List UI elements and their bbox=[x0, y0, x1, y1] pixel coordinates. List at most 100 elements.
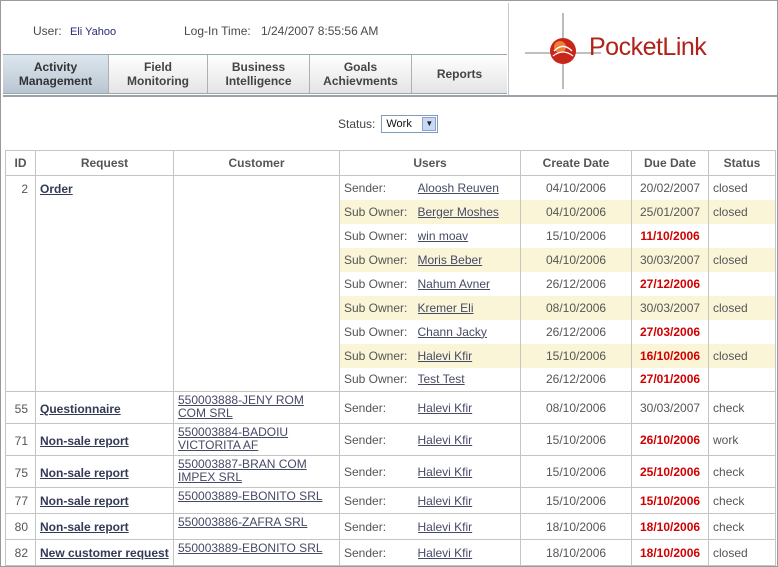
user-cell: Halevi Kfir bbox=[417, 455, 522, 488]
status-cell: check bbox=[708, 487, 777, 514]
request-link[interactable]: Questionnaire bbox=[40, 402, 121, 416]
request-link[interactable]: Order bbox=[40, 182, 73, 196]
user-link[interactable]: Halevi Kfir bbox=[418, 401, 473, 415]
due-date: 25/01/2007 bbox=[631, 199, 710, 224]
status-select[interactable]: Work ▼ bbox=[381, 115, 439, 133]
customer-link[interactable]: 550003884-BADOIU VICTORITA AF bbox=[178, 425, 288, 452]
create-date: 26/12/2006 bbox=[520, 271, 633, 296]
request-cell: Questionnaire bbox=[35, 391, 174, 424]
row-id: 77 bbox=[5, 487, 36, 514]
status-cell: closed bbox=[708, 247, 777, 272]
status-cell: closed bbox=[708, 295, 777, 320]
column-header-1[interactable]: Request bbox=[35, 150, 174, 176]
request-link[interactable]: Non-sale report bbox=[40, 520, 129, 534]
request-link[interactable]: Non-sale report bbox=[40, 434, 129, 448]
status-cell: work bbox=[708, 423, 777, 456]
due-date: 18/10/2006 bbox=[631, 539, 710, 566]
row-id: 71 bbox=[5, 423, 36, 456]
nav-tab-4[interactable]: Reports bbox=[412, 55, 507, 93]
create-date: 08/10/2006 bbox=[520, 295, 633, 320]
create-date: 15/10/2006 bbox=[520, 487, 633, 514]
user-role: Sub Owner: bbox=[339, 199, 418, 224]
user-link[interactable]: Halevi Kfir bbox=[418, 494, 473, 508]
customer-link[interactable]: 550003889-EBONITO SRL bbox=[178, 489, 323, 503]
user-cell: Nahum Avner bbox=[417, 271, 522, 296]
user-cell: Chann Jacky bbox=[417, 319, 522, 344]
customer-cell: 550003889-EBONITO SRL bbox=[173, 539, 340, 566]
due-date-overdue: 26/10/2006 bbox=[639, 432, 701, 447]
table-row: 55 Questionnaire 550003888-JENY ROM COM SR… bbox=[5, 391, 777, 424]
user-label: User: bbox=[33, 24, 62, 38]
due-date-overdue: 15/10/2006 bbox=[639, 493, 701, 508]
table-row: 2 Order Sender: Aloosh Reuven 04/10/2006 20/0… bbox=[5, 175, 777, 392]
user-link[interactable]: Chann Jacky bbox=[418, 325, 487, 339]
create-date: 04/10/2006 bbox=[520, 199, 633, 224]
user-link[interactable]: Nahum Avner bbox=[418, 277, 491, 291]
user-role: Sender: bbox=[339, 423, 418, 456]
activity-table: ID Request Customer Users Create Date Due Dat… bbox=[5, 150, 777, 566]
user-link[interactable]: win moav bbox=[418, 229, 469, 243]
nav-tab-3[interactable]: Goals Achievments bbox=[310, 55, 412, 93]
due-date: 20/02/2007 bbox=[631, 175, 710, 200]
column-header-5[interactable]: Due Date bbox=[631, 150, 710, 176]
column-header-4[interactable]: Create Date bbox=[520, 150, 633, 176]
due-date-overdue: 27/12/2006 bbox=[639, 276, 701, 291]
user-cell: Halevi Kfir bbox=[417, 391, 522, 424]
due-date: 18/10/2006 bbox=[631, 513, 710, 540]
nav-tab-2[interactable]: Business Intelligence bbox=[208, 55, 310, 93]
request-cell: Non-sale report bbox=[35, 513, 174, 540]
due-date-overdue: 25/10/2006 bbox=[639, 464, 701, 479]
column-header-0[interactable]: ID bbox=[5, 150, 36, 176]
due-date: 30/03/2007 bbox=[631, 247, 710, 272]
login-time-label: Log-In Time: bbox=[184, 24, 251, 38]
row-id: 80 bbox=[5, 513, 36, 540]
column-header-3[interactable]: Users bbox=[338, 150, 522, 176]
user-role: Sender: bbox=[339, 487, 418, 514]
customer-link[interactable]: 550003888-JENY ROM COM SRL bbox=[178, 393, 304, 420]
status-filter: Status: Work ▼ bbox=[338, 115, 439, 133]
user-role: Sub Owner: bbox=[339, 247, 418, 272]
due-date-overdue: 18/10/2006 bbox=[639, 519, 701, 534]
column-header-6[interactable]: Status bbox=[708, 150, 777, 176]
user-link[interactable]: Halevi Kfir bbox=[418, 349, 473, 363]
due-date-value: 30/03/2007 bbox=[639, 400, 701, 415]
customer-link[interactable]: 550003887-BRAN COM IMPEX SRL bbox=[178, 457, 307, 484]
user-link[interactable]: Aloosh Reuven bbox=[418, 181, 499, 195]
user-link[interactable]: Berger Moshes bbox=[418, 205, 499, 219]
user-role: Sub Owner: bbox=[339, 223, 418, 248]
user-link[interactable]: Halevi Kfir bbox=[418, 546, 473, 560]
user-cell: Halevi Kfir bbox=[417, 513, 522, 540]
user-link[interactable]: Kremer Eli bbox=[418, 301, 474, 315]
nav-tab-1[interactable]: Field Monitoring bbox=[109, 55, 208, 93]
request-link[interactable]: Non-sale report bbox=[40, 466, 129, 480]
user-link[interactable]: Halevi Kfir bbox=[418, 520, 473, 534]
customer-link[interactable]: 550003889-EBONITO SRL bbox=[178, 541, 323, 555]
user-cell: Aloosh Reuven bbox=[417, 175, 522, 200]
user-link[interactable]: Halevi Kfir bbox=[418, 433, 473, 447]
user-link[interactable]: Test Test bbox=[418, 372, 465, 386]
column-header-2[interactable]: Customer bbox=[173, 150, 340, 176]
session-info-bar: User: Eli Yahoo Log-In Time: 1/24/2007 8… bbox=[3, 3, 507, 53]
user-cell: Berger Moshes bbox=[417, 199, 522, 224]
customer-link[interactable]: 550003886-ZAFRA SRL bbox=[178, 515, 307, 529]
user-link[interactable]: Halevi Kfir bbox=[418, 465, 473, 479]
user-link[interactable]: Moris Beber bbox=[418, 253, 483, 267]
chevron-down-icon[interactable]: ▼ bbox=[422, 117, 437, 131]
status-cell bbox=[708, 271, 777, 296]
nav-tab-0[interactable]: Activity Management bbox=[3, 55, 109, 93]
customer-cell: 550003889-EBONITO SRL bbox=[173, 487, 340, 514]
login-time-value: 1/24/2007 8:55:56 AM bbox=[261, 24, 379, 38]
due-date: 30/03/2007 bbox=[631, 295, 710, 320]
request-cell: Order bbox=[35, 175, 174, 392]
table-row: 75 Non-sale report 550003887-BRAN COM IMPE… bbox=[5, 455, 777, 488]
create-date: 15/10/2006 bbox=[520, 423, 633, 456]
due-date-overdue: 18/10/2006 bbox=[639, 545, 701, 560]
request-link[interactable]: Non-sale report bbox=[40, 494, 129, 508]
request-link[interactable]: New customer request bbox=[40, 546, 169, 560]
user-role: Sub Owner: bbox=[339, 295, 418, 320]
status-select-value: Work bbox=[386, 118, 412, 130]
request-cell: New customer request bbox=[35, 539, 174, 566]
main-nav: Activity Management Field Monitoring Busin… bbox=[3, 54, 507, 94]
create-date: 15/10/2006 bbox=[520, 223, 633, 248]
status-cell: check bbox=[708, 513, 777, 540]
